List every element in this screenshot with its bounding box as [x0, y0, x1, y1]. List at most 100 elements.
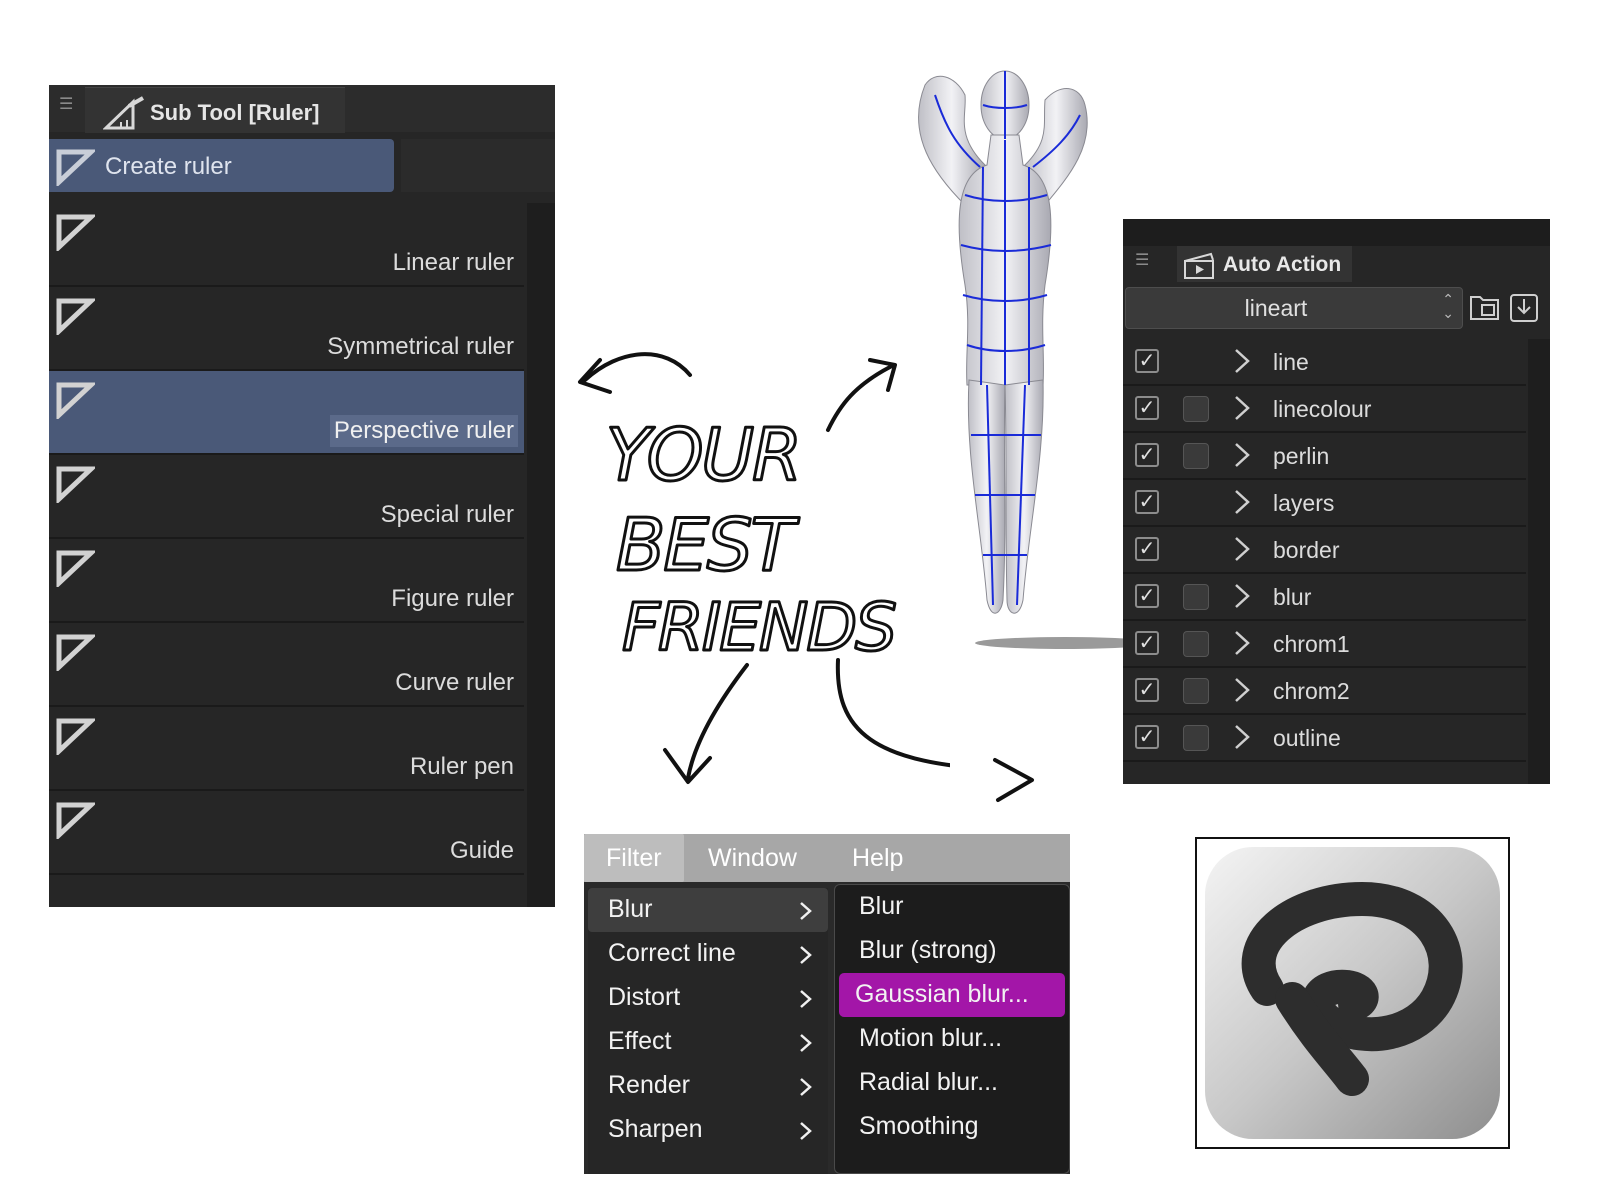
- dialog-toggle-box[interactable]: [1183, 678, 1209, 704]
- ruler-triangle-icon: [55, 717, 98, 760]
- ruler-triangle-icon: [55, 549, 98, 592]
- expand-chevron-icon[interactable]: [1231, 628, 1253, 663]
- expand-chevron-icon[interactable]: [1231, 346, 1253, 381]
- expand-chevron-icon[interactable]: [1231, 534, 1253, 569]
- 3d-figure-image: [895, 55, 1155, 660]
- ruler-item[interactable]: Special ruler: [49, 455, 524, 539]
- filter-category-item[interactable]: Sharpen: [588, 1108, 828, 1152]
- arrow-head-right: [993, 758, 1034, 802]
- blur-submenu-item[interactable]: Blur (strong): [839, 929, 1065, 973]
- enable-checkbox[interactable]: ✓: [1135, 584, 1159, 608]
- expand-chevron-icon[interactable]: [1231, 675, 1253, 710]
- expand-chevron-icon[interactable]: [1231, 581, 1253, 616]
- enable-checkbox[interactable]: ✓: [1135, 678, 1159, 702]
- filter-category-item[interactable]: Distort: [588, 976, 828, 1020]
- enable-checkbox[interactable]: ✓: [1135, 725, 1159, 749]
- dialog-toggle-box[interactable]: [1183, 584, 1209, 610]
- caption-art: YOUR BEST FRIENDS: [570, 330, 1012, 805]
- ruler-item[interactable]: Symmetrical ruler: [49, 287, 524, 371]
- ruler-list: Linear ruler Symmetrical ruler Perspective…: [49, 203, 524, 875]
- ruler-item[interactable]: Curve ruler: [49, 623, 524, 707]
- action-name: perlin: [1273, 443, 1330, 469]
- action-row[interactable]: ✓ line: [1123, 339, 1526, 386]
- subtool-title: Sub Tool [Ruler]: [150, 100, 320, 125]
- blur-submenu-label: Motion blur...: [859, 1024, 1003, 1052]
- filter-category-item[interactable]: Blur: [588, 888, 828, 932]
- blur-submenu: Blur Blur (strong) Gaussian blur... Motion …: [834, 884, 1070, 1174]
- enable-checkbox[interactable]: ✓: [1135, 631, 1159, 655]
- menu-window[interactable]: Window: [708, 834, 797, 882]
- dialog-toggle-box[interactable]: [1183, 725, 1209, 751]
- blur-submenu-item[interactable]: Smoothing: [839, 1105, 1065, 1149]
- tab-auto-action[interactable]: Auto Action: [1177, 246, 1352, 282]
- action-row[interactable]: ✓ linecolour: [1123, 386, 1526, 433]
- enable-checkbox[interactable]: ✓: [1135, 490, 1159, 514]
- expand-chevron-icon[interactable]: [1231, 393, 1253, 428]
- filter-category-label: Distort: [608, 983, 681, 1011]
- create-ruler-label: Create ruler: [105, 153, 232, 180]
- action-row[interactable]: ✓ border: [1123, 527, 1526, 574]
- filter-category-label: Sharpen: [608, 1115, 703, 1143]
- filter-menu-screenshot: Filter Window Help Blur Correct line Disto…: [584, 834, 1070, 1174]
- folder-copy-icon: [1470, 296, 1499, 320]
- dialog-toggle-box[interactable]: [1183, 631, 1209, 657]
- filter-category-item[interactable]: Correct line: [588, 932, 828, 976]
- action-row[interactable]: ✓ chrom2: [1123, 668, 1526, 715]
- ruler-triangle-icon: [55, 801, 98, 844]
- action-row[interactable]: ✓ blur: [1123, 574, 1526, 621]
- filter-category-menu: Blur Correct line Distort Effect Render Sharp…: [588, 888, 828, 1174]
- group-tab-empty: [401, 139, 555, 192]
- ruler-triangle-icon: [55, 465, 98, 508]
- ruler-item-label: Special ruler: [380, 501, 514, 528]
- enable-checkbox[interactable]: ✓: [1135, 396, 1159, 420]
- action-name: line: [1273, 349, 1309, 375]
- panel-menu-icon[interactable]: ☰: [1135, 250, 1149, 270]
- filter-category-item[interactable]: Render: [588, 1064, 828, 1108]
- dialog-toggle-box[interactable]: [1183, 443, 1209, 469]
- subtool-tabbar: ☰ Sub Tool [Ruler]: [49, 85, 555, 133]
- arrow-down-right: [835, 658, 1012, 772]
- ruler-item[interactable]: Linear ruler: [49, 203, 524, 287]
- action-name: chrom2: [1273, 678, 1350, 704]
- submenu-arrow-icon: [798, 1120, 814, 1147]
- action-row[interactable]: ✓ outline: [1123, 715, 1526, 762]
- ruler-item[interactable]: Figure ruler: [49, 539, 524, 623]
- enable-checkbox[interactable]: ✓: [1135, 443, 1159, 467]
- ruler-item[interactable]: Guide: [49, 791, 524, 875]
- blur-submenu-item[interactable]: Motion blur...: [839, 1017, 1065, 1061]
- expand-chevron-icon[interactable]: [1231, 487, 1253, 522]
- blur-submenu-label: Gaussian blur...: [855, 980, 1029, 1008]
- ruler-item[interactable]: Ruler pen: [49, 707, 524, 791]
- enable-checkbox[interactable]: ✓: [1135, 349, 1159, 373]
- ruler-item[interactable]: Perspective ruler: [49, 371, 524, 455]
- action-name: border: [1273, 537, 1340, 563]
- select-stepper-icon: ⌃ ⌄: [1442, 291, 1454, 321]
- panel-menu-icon[interactable]: ☰: [59, 97, 75, 113]
- action-set-select[interactable]: lineart ⌃ ⌄: [1125, 287, 1463, 329]
- blur-submenu-item[interactable]: Gaussian blur...: [839, 973, 1065, 1017]
- auto-action-title: Auto Action: [1223, 253, 1342, 276]
- menu-filter[interactable]: Filter: [584, 834, 684, 882]
- action-list-scrollbar[interactable]: [1528, 339, 1550, 784]
- expand-chevron-icon[interactable]: [1231, 440, 1253, 475]
- action-row[interactable]: ✓ chrom1: [1123, 621, 1526, 668]
- ruler-item-label: Perspective ruler: [329, 415, 518, 447]
- add-action-set-button[interactable]: [1468, 289, 1502, 325]
- expand-chevron-icon[interactable]: [1231, 722, 1253, 757]
- create-ruler-group[interactable]: Create ruler: [49, 139, 394, 192]
- blur-submenu-item[interactable]: Blur: [839, 885, 1065, 929]
- submenu-arrow-icon: [798, 944, 814, 971]
- import-action-button[interactable]: [1507, 289, 1541, 325]
- action-row[interactable]: ✓ perlin: [1123, 433, 1526, 480]
- blur-submenu-item[interactable]: Radial blur...: [839, 1061, 1065, 1105]
- ruler-list-scrollbar[interactable]: [527, 203, 555, 907]
- filter-category-item[interactable]: Effect: [588, 1020, 828, 1064]
- arrow-down-left: [686, 663, 749, 780]
- menu-help[interactable]: Help: [852, 834, 903, 882]
- action-row[interactable]: ✓ layers: [1123, 480, 1526, 527]
- ruler-item-label: Guide: [449, 837, 514, 864]
- tab-subtool-ruler[interactable]: Sub Tool [Ruler]: [85, 87, 345, 133]
- action-list: ✓ line ✓ linecolour ✓ perlin ✓ layers ✓ border ✓ bl…: [1123, 339, 1526, 762]
- dialog-toggle-box[interactable]: [1183, 396, 1209, 422]
- enable-checkbox[interactable]: ✓: [1135, 537, 1159, 561]
